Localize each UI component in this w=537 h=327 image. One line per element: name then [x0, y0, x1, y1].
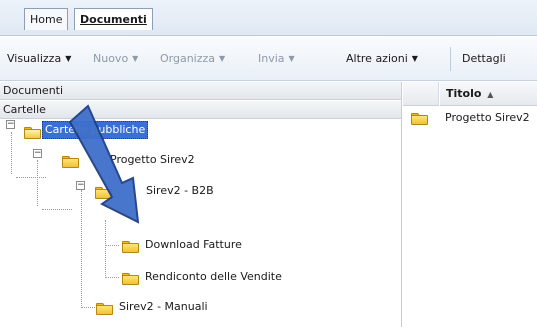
organizza-menu-button[interactable]: Organizza ▼ — [160, 52, 225, 67]
chevron-down-icon: ▼ — [411, 54, 418, 63]
toolbar-separator — [450, 47, 451, 71]
organizza-label: Organizza — [160, 52, 216, 65]
folder-icon — [95, 186, 112, 199]
collapse-icon[interactable]: − — [76, 181, 85, 190]
tree-node-download-fatture[interactable]: Download Fatture — [0, 236, 280, 254]
list-item[interactable]: Progetto Sirev2 — [403, 107, 537, 129]
chevron-down-icon: ▼ — [65, 54, 72, 63]
tree-node-sirev2-b2b[interactable]: − Sirev2 - B2B — [0, 178, 220, 199]
panel-header-cartelle: Cartelle — [0, 101, 401, 119]
folder-open-icon — [24, 126, 41, 139]
column-title-label: Titolo — [446, 87, 482, 100]
visualizza-label: Visualizza — [7, 52, 62, 65]
tab-home[interactable]: Home — [24, 8, 69, 30]
nuovo-menu-button[interactable]: Nuovo ▼ — [93, 52, 138, 67]
folder-icon — [62, 155, 79, 168]
panel-header-documenti: Documenti — [0, 82, 401, 100]
dettagli-button[interactable]: Dettagli — [462, 52, 506, 66]
tree-node-progetto-sirev2[interactable]: − Progetto Sirev2 — [0, 148, 220, 168]
list-item-title: Progetto Sirev2 — [445, 111, 530, 124]
visualizza-menu-button[interactable]: Visualizza ▼ — [7, 52, 71, 67]
folder-icon — [122, 240, 139, 253]
collapse-icon[interactable]: − — [33, 149, 42, 158]
tree-node-label: Sirev2 - Manuali — [119, 300, 208, 313]
altre-azioni-label: Altre azioni — [346, 52, 408, 65]
tree-node-sirev2-manuali[interactable]: Sirev2 - Manuali — [0, 298, 260, 316]
altre-azioni-menu-button[interactable]: Altre azioni ▼ — [346, 52, 418, 67]
folder-icon — [411, 112, 428, 125]
chevron-down-icon: ▼ — [132, 54, 139, 63]
chevron-down-icon: ▼ — [219, 54, 226, 63]
tree-connector — [42, 209, 72, 210]
tree-node-rendiconto-vendite[interactable]: Rendiconto delle Vendite — [0, 268, 300, 286]
document-list: Titolo ▲ Progetto Sirev2 — [403, 82, 537, 327]
tree-node-label: Rendiconto delle Vendite — [145, 270, 282, 283]
column-header-titolo[interactable]: Titolo ▲ — [440, 82, 537, 106]
tree-node-cartelle-pubbliche[interactable]: − Cartelle pubbliche — [0, 120, 220, 139]
tree-node-label: Download Fatture — [145, 238, 242, 251]
tab-bar: Home Documenti — [0, 0, 537, 36]
chevron-down-icon: ▼ — [288, 54, 295, 63]
tree-node-label: Progetto Sirev2 — [110, 153, 195, 166]
column-header-icon[interactable] — [403, 82, 439, 106]
folder-tree: − Cartelle pubbliche − Progetto Sirev2 −… — [0, 120, 401, 327]
tab-documenti[interactable]: Documenti — [74, 8, 153, 30]
folder-panel: Documenti Cartelle − Cartelle pubbliche … — [0, 82, 402, 327]
tree-node-label: Cartelle pubbliche — [42, 121, 149, 139]
explorer-window: Home Documenti Visualizza ▼ Nuovo ▼ Organi… — [0, 0, 537, 327]
invia-label: Invia — [258, 52, 285, 65]
collapse-icon[interactable]: − — [6, 120, 15, 129]
toolbar: Visualizza ▼ Nuovo ▼ Organizza ▼ Invia ▼ Alt… — [0, 37, 537, 81]
folder-icon — [96, 302, 113, 315]
nuovo-label: Nuovo — [93, 52, 129, 65]
sort-ascending-icon: ▲ — [487, 90, 494, 99]
tree-node-label: Sirev2 - B2B — [146, 184, 214, 197]
folder-icon — [122, 272, 139, 285]
invia-menu-button[interactable]: Invia ▼ — [258, 52, 295, 67]
